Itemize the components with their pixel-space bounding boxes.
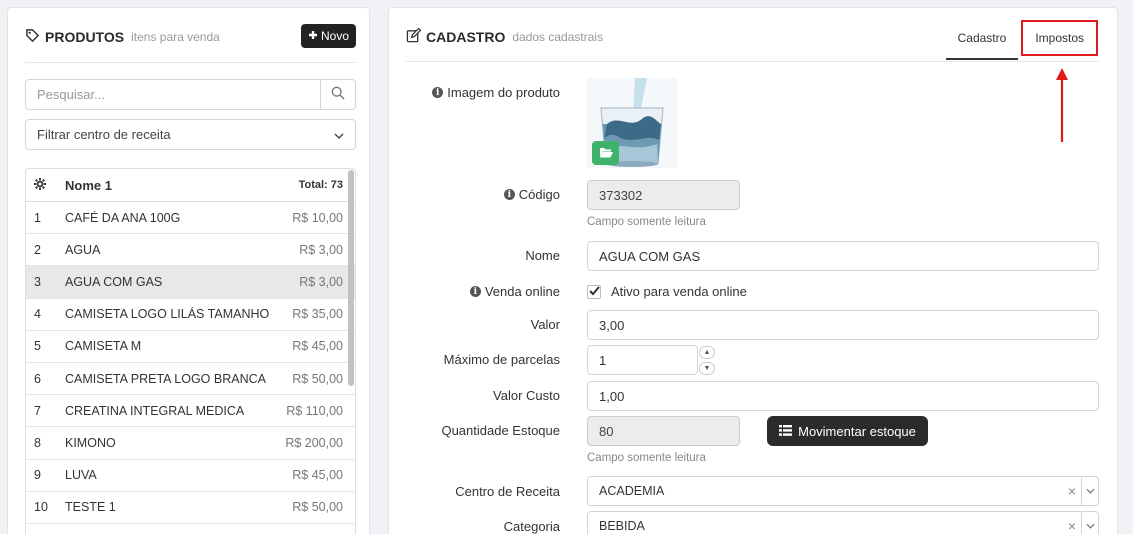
list-icon: [779, 424, 793, 439]
installments-label: Máximo de parcelas: [443, 352, 560, 367]
tag-icon: [25, 28, 40, 46]
clear-icon[interactable]: ×: [1063, 518, 1081, 534]
column-name-header[interactable]: Nome 1: [65, 178, 269, 193]
category-select[interactable]: BEBIDA ×: [587, 511, 1099, 534]
code-readonly-hint: Campo somente leitura: [587, 216, 706, 228]
stock-label: Quantidade Estoque: [441, 423, 560, 438]
installments-stepper: ▲ ▼: [697, 346, 717, 375]
revenue-center-select[interactable]: ACADEMIA ×: [587, 476, 1099, 506]
new-button-label: Novo: [320, 29, 349, 43]
image-label: i Imagem do produto: [389, 85, 560, 100]
check-icon: [588, 285, 600, 299]
category-value: BEBIDA: [599, 519, 645, 533]
info-icon: i: [503, 189, 515, 200]
search-input[interactable]: [26, 80, 320, 109]
gear-icon: [26, 177, 65, 193]
new-product-button[interactable]: Novo: [301, 24, 356, 48]
table-row[interactable]: 5 CAMISETA M R$ 45,00: [26, 331, 355, 363]
tab-impostos[interactable]: Impostos: [1021, 20, 1098, 56]
online-checkbox[interactable]: [587, 285, 601, 299]
filter-label: Filtrar centro de receita: [37, 127, 171, 142]
code-field: 373302: [587, 180, 740, 210]
search-icon: [331, 86, 345, 103]
category-label: Categoria: [503, 519, 560, 534]
cadastro-panel: CADASTRO dados cadastrais Cadastro Impos…: [388, 7, 1118, 534]
online-checkbox-label[interactable]: Ativo para venda online: [611, 284, 747, 299]
table-row[interactable]: 4 CAMISETA LOGO LILÁS TAMANHO P R$ 35,00: [26, 299, 355, 331]
cadastro-subtitle: dados cadastrais: [512, 30, 604, 44]
stock-readonly-hint: Campo somente leitura: [587, 452, 706, 464]
plus-icon: [308, 29, 318, 43]
stepper-up-icon[interactable]: ▲: [699, 346, 715, 359]
stock-field: 80: [587, 416, 740, 446]
table-body: 1 CAFÉ DA ANA 100G R$ 10,00 2 AGUA R$ 3,00 3…: [26, 202, 355, 524]
revenue-center-value: ACADEMIA: [599, 484, 665, 498]
products-header: PRODUTOS itens para venda: [25, 28, 220, 46]
table-scrollbar[interactable]: [348, 170, 354, 386]
cadastro-title: CADASTRO: [426, 29, 506, 45]
upload-image-button[interactable]: [592, 141, 619, 165]
chevron-down-icon: [334, 127, 344, 142]
stepper-down-icon[interactable]: ▼: [699, 362, 715, 375]
table-row[interactable]: 8 KIMONO R$ 200,00: [26, 427, 355, 460]
table-row[interactable]: 2 AGUA R$ 3,00: [26, 234, 355, 267]
value-label: Valor: [530, 317, 560, 332]
revenue-center-filter[interactable]: Filtrar centro de receita: [25, 119, 356, 150]
info-icon: i: [469, 286, 481, 297]
name-field[interactable]: AGUA COM GAS: [587, 241, 1099, 271]
clear-icon[interactable]: ×: [1063, 483, 1081, 499]
code-label: i Código: [389, 187, 560, 202]
header-divider: [25, 62, 356, 63]
table-row[interactable]: 1 CAFÉ DA ANA 100G R$ 10,00: [26, 202, 355, 235]
move-stock-button[interactable]: Movimentar estoque: [767, 416, 928, 446]
table-row[interactable]: 7 CREATINA INTEGRAL MEDICA R$ 110,00: [26, 395, 355, 428]
search-button[interactable]: [320, 80, 355, 109]
annotation-arrow-icon: [1056, 68, 1068, 142]
total-count: Total: 73: [298, 179, 343, 191]
table-row-selected[interactable]: 3 AGUA COM GAS R$ 3,00: [26, 266, 355, 299]
chevron-down-icon[interactable]: [1081, 477, 1098, 505]
cost-field[interactable]: 1,00: [587, 381, 1099, 411]
table-row[interactable]: 6 CAMISETA PRETA LOGO BRANCA R$ 50,00: [26, 363, 355, 396]
products-table: Nome 1 Total: 73 1 CAFÉ DA ANA 100G R$ 10,…: [25, 168, 356, 534]
edit-icon: [406, 27, 422, 46]
products-title: PRODUTOS: [45, 29, 125, 45]
table-header: Nome 1 Total: 73: [26, 169, 355, 202]
cost-label: Valor Custo: [493, 388, 560, 403]
installments-field[interactable]: 1: [587, 345, 698, 375]
tab-bar: Cadastro Impostos: [945, 18, 1098, 60]
table-row[interactable]: 10 TESTE 1 R$ 50,00: [26, 492, 355, 524]
tab-divider: [406, 61, 1098, 62]
products-subtitle: itens para venda: [131, 30, 220, 44]
online-label: i Venda online: [389, 284, 560, 299]
chevron-down-icon[interactable]: [1081, 512, 1098, 534]
tab-cadastro[interactable]: Cadastro: [945, 18, 1019, 60]
info-icon: i: [432, 87, 444, 98]
value-field[interactable]: 3,00: [587, 310, 1099, 340]
revenue-center-label: Centro de Receita: [455, 484, 560, 499]
table-row[interactable]: 9 LUVA R$ 45,00: [26, 460, 355, 492]
folder-open-icon: [599, 146, 613, 161]
name-label: Nome: [525, 248, 560, 263]
search-box: [25, 79, 356, 110]
products-panel: PRODUTOS itens para venda Novo Filtrar c…: [7, 7, 370, 534]
cadastro-header: CADASTRO dados cadastrais: [406, 27, 604, 46]
